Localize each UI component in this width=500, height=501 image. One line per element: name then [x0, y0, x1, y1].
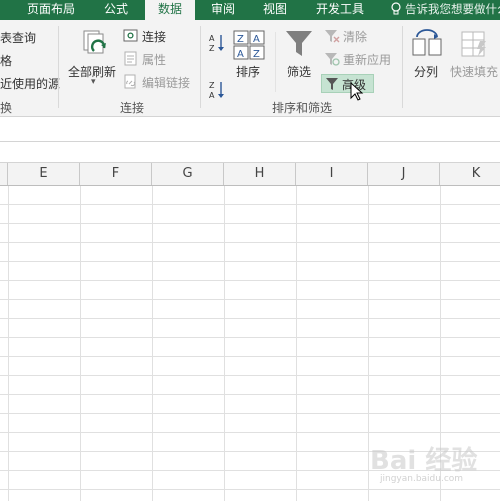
column-header-k[interactable]: K	[440, 163, 500, 185]
tab-data[interactable]: 数据	[145, 0, 195, 21]
from-table-button[interactable]: 格	[0, 52, 12, 69]
connections-label: 连接	[142, 30, 167, 44]
grid-line	[80, 186, 81, 501]
column-header-g[interactable]: G	[152, 163, 224, 185]
column-header-f[interactable]: F	[80, 163, 152, 185]
tell-me-box[interactable]: 告诉我您想要做什么	[390, 0, 500, 20]
connections-icon	[123, 29, 138, 42]
watermark-url: jingyan.baidu.com	[380, 474, 464, 484]
mouse-cursor-icon	[350, 82, 364, 101]
column-header-e[interactable]: E	[8, 163, 80, 185]
group-divider	[200, 26, 201, 108]
column-header-row: E F G H I J K	[0, 162, 500, 186]
grid-line	[0, 261, 500, 262]
grid-line	[0, 413, 500, 414]
column-header-j[interactable]: J	[368, 163, 440, 185]
grid-line	[0, 280, 500, 281]
refresh-all-icon	[83, 30, 106, 54]
properties-label: 属性	[142, 53, 167, 67]
grid-line	[152, 186, 153, 501]
grid-line	[0, 337, 500, 338]
show-queries-button[interactable]: 表查询	[0, 29, 36, 46]
svg-text:A: A	[209, 91, 215, 100]
ribbon-tab-bar: 页面布局 公式 数据 审阅 视图 开发工具 告诉我您想要做什么	[0, 0, 500, 21]
flash-fill-icon	[461, 31, 486, 57]
svg-text:A: A	[237, 49, 244, 60]
advanced-filter-icon	[326, 78, 338, 90]
svg-text:A: A	[209, 34, 215, 43]
grid-line	[0, 432, 500, 433]
sort-dialog-icon: Z A A Z	[233, 30, 265, 60]
clear-label: 清除	[343, 30, 368, 44]
group-label-connections: 连接	[120, 101, 145, 115]
column-header-h[interactable]: H	[224, 163, 296, 185]
grid-line	[0, 356, 500, 357]
grid-line	[0, 204, 500, 205]
grid-line	[296, 186, 297, 501]
edit-links-icon	[124, 74, 136, 89]
advanced-filter-button[interactable]: 高级	[321, 74, 374, 93]
group-divider	[402, 26, 403, 108]
group-divider	[58, 26, 59, 108]
filter-funnel-icon	[286, 31, 312, 56]
lightbulb-icon	[391, 2, 401, 15]
recent-sources-button[interactable]: 近使用的源	[0, 75, 60, 92]
ribbon-panel: 表查询 格 近使用的源 换 全部刷新 ▾ 连接 属性 编辑链接 连接 A Z Z…	[0, 20, 500, 117]
tab-developer[interactable]: 开发工具	[306, 0, 374, 20]
formula-bar[interactable]	[0, 117, 500, 142]
sort-z-to-a-icon: Z A	[209, 81, 224, 100]
tab-page-layout[interactable]: 页面布局	[10, 0, 92, 20]
grid-line	[224, 186, 225, 501]
baidu-watermark: Bai 经验 jingyan.baidu.com	[370, 440, 478, 484]
grid-line	[8, 186, 9, 501]
text-to-columns-label: 分列	[414, 65, 439, 79]
edit-links-label: 编辑链接	[142, 76, 191, 90]
grid-line	[0, 489, 500, 490]
tab-view[interactable]: 视图	[252, 0, 298, 20]
grid-line	[368, 186, 369, 501]
svg-text:Z: Z	[237, 34, 244, 45]
flash-fill-label: 快速填充	[450, 65, 499, 79]
svg-text:Z: Z	[209, 44, 215, 53]
tab-formulas[interactable]: 公式	[92, 0, 140, 20]
group-label-get-transform: 换	[0, 101, 13, 115]
tell-me-text: 告诉我您想要做什么	[405, 2, 500, 16]
tab-review[interactable]: 审阅	[200, 0, 246, 20]
grid-line	[0, 299, 500, 300]
filter-label: 筛选	[287, 65, 312, 79]
sheet-top-gap	[0, 142, 500, 162]
watermark-text: Bai 经验	[370, 446, 478, 476]
column-header-partial[interactable]	[0, 163, 8, 185]
grid-line	[0, 394, 500, 395]
grid-line	[0, 242, 500, 243]
svg-text:Z: Z	[253, 49, 260, 60]
sort-a-to-z-icon: A Z	[209, 34, 224, 53]
sort-label: 排序	[236, 65, 261, 79]
grid-line	[0, 375, 500, 376]
reapply-label: 重新应用	[343, 53, 392, 67]
divider	[275, 32, 276, 92]
svg-text:Z: Z	[209, 81, 215, 90]
svg-text:A: A	[253, 34, 260, 45]
text-to-columns-icon	[412, 29, 442, 56]
clear-filter-icon	[325, 30, 340, 43]
grid-line	[0, 318, 500, 319]
column-header-i[interactable]: I	[296, 163, 368, 185]
group-label-sort-filter: 排序和筛选	[272, 101, 333, 115]
grid-line	[0, 223, 500, 224]
chevron-down-icon: ▾	[91, 77, 96, 87]
reapply-filter-icon	[325, 53, 340, 66]
properties-icon	[124, 51, 137, 66]
